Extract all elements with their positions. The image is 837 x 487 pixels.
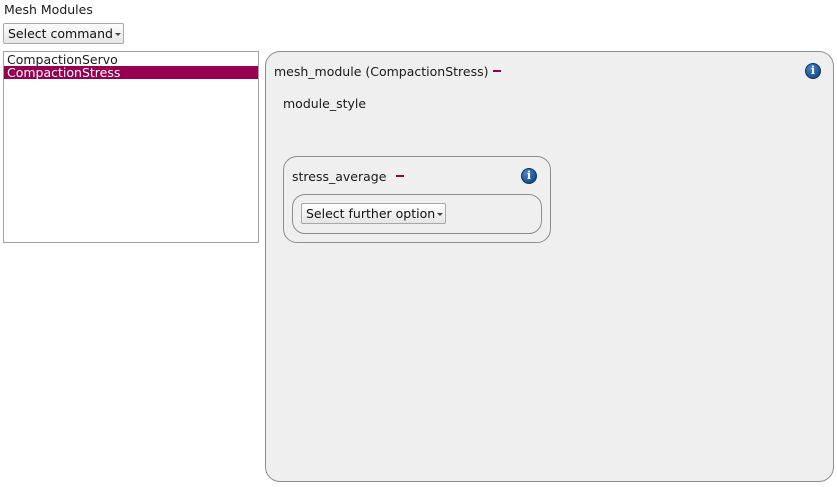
page-title: Mesh Modules: [4, 2, 93, 17]
chevron-down-icon: [437, 213, 444, 216]
stress-average-title: stress_average: [292, 169, 387, 184]
remove-module-minus-icon[interactable]: [490, 64, 504, 78]
remove-stress-average-minus-icon[interactable]: [393, 169, 407, 183]
select-further-option-dropdown[interactable]: Select further option: [301, 203, 446, 224]
mesh-modules-window: Mesh Modules Select command CompactionSe…: [0, 0, 837, 487]
mesh-module-panel: mesh_module (CompactionStress) i module_…: [265, 51, 834, 482]
chevron-down-icon: [114, 33, 121, 36]
panel-title: mesh_module (CompactionStress): [274, 64, 489, 79]
module-info-icon[interactable]: i: [805, 63, 821, 79]
select-command-dropdown[interactable]: Select command: [3, 23, 124, 44]
list-item-compaction-stress[interactable]: CompactionStress: [4, 66, 258, 79]
select-command-label: Select command: [8, 26, 113, 41]
module-style-label: module_style: [283, 96, 367, 111]
module-list[interactable]: CompactionServo CompactionStress: [3, 51, 259, 243]
further-option-box: Select further option: [292, 194, 542, 234]
stress-average-group: stress_average i Select further option: [283, 156, 551, 243]
select-further-option-label: Select further option: [306, 206, 436, 221]
stress-average-info-icon[interactable]: i: [521, 168, 537, 184]
